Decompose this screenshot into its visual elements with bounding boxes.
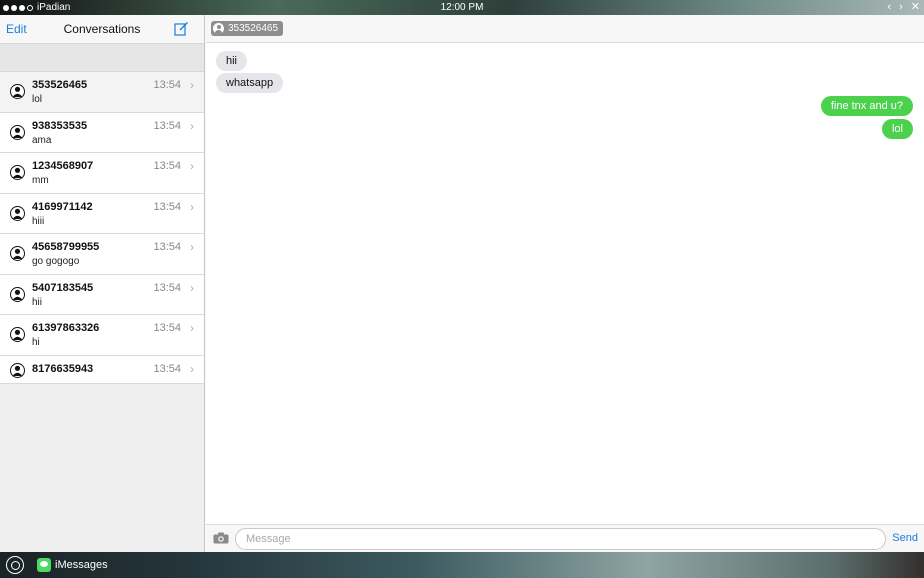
avatar-icon (10, 165, 25, 180)
conversation-preview: mm (32, 175, 49, 186)
conversation-time: 13:54 (153, 79, 181, 91)
avatar-icon (10, 124, 25, 140)
message-bubble-outgoing: fine tnx and u? (820, 96, 913, 116)
conversation-name: 938353535 (32, 119, 88, 132)
send-button[interactable]: Send (892, 532, 918, 544)
chevron-right-icon: › (190, 240, 194, 254)
compose-icon[interactable] (174, 21, 189, 36)
avatar-icon (10, 362, 25, 378)
conversation-item[interactable]: 4169971142 hiii 13:54 › (0, 194, 204, 234)
conversation-preview: ama (32, 134, 52, 146)
messages-app-icon[interactable] (37, 558, 51, 572)
window-controls: ‹ › ✕ (887, 0, 920, 15)
chevron-right-icon: › (190, 280, 194, 295)
conversation-item[interactable]: 61397863326 hi 13:54 › (0, 315, 204, 356)
chevron-right-icon: › (190, 199, 194, 214)
conversation-name: 45658799955 (32, 241, 100, 253)
message-input[interactable] (235, 528, 886, 550)
conversation-item[interactable]: 5407183545 hii 13:54 › (0, 275, 204, 315)
conversation-name: 8176635943 (32, 362, 94, 375)
conversation-name: 5407183545 (32, 281, 94, 294)
chevron-right-icon: › (190, 78, 194, 92)
conversation-preview: hi (32, 337, 40, 348)
conversations-pane: Edit Conversations 353526465 lol 13:54 ›… (0, 15, 205, 552)
conversation-name: 353526465 (32, 79, 88, 91)
conversation-item[interactable]: 8176635943 13:54 › (0, 356, 204, 384)
avatar-icon (10, 246, 25, 261)
camera-icon[interactable] (213, 532, 229, 544)
home-icon[interactable] (6, 556, 24, 574)
back-arrow-icon[interactable]: ‹ (887, 0, 891, 15)
message-thread: hii whatsapp fine tnx and u? lol (206, 43, 924, 523)
chat-header: 353526465 (206, 15, 924, 43)
message-bubble-outgoing: lol (881, 119, 913, 139)
conversation-name: 61397863326 (32, 322, 100, 334)
chevron-right-icon: › (190, 159, 194, 173)
contact-icon (213, 23, 224, 34)
recipient-name: 353526465 (228, 23, 279, 34)
avatar-icon (10, 286, 25, 302)
chevron-right-icon: › (190, 118, 194, 133)
chevron-right-icon: › (190, 321, 194, 335)
conversation-item[interactable]: 353526465 lol 13:54 › (0, 72, 204, 113)
conversation-time: 13:54 (153, 241, 181, 253)
chevron-right-icon: › (190, 361, 194, 376)
search-area[interactable] (0, 43, 204, 72)
conversation-preview: go gogogo (32, 256, 80, 267)
status-bar: iPadian 12:00 PM ‹ › ✕ (0, 0, 924, 15)
close-icon[interactable]: ✕ (911, 0, 920, 15)
forward-arrow-icon[interactable]: › (899, 0, 903, 15)
chat-pane: 353526465 hii whatsapp fine tnx and u? l… (206, 15, 924, 552)
message-composer: Send (206, 524, 924, 552)
conversation-preview: lol (32, 94, 43, 105)
conversation-time: 13:54 (153, 281, 181, 294)
message-bubble-incoming: whatsapp (216, 73, 284, 93)
conversation-time: 13:54 (153, 119, 181, 132)
conversation-name: 4169971142 (32, 200, 93, 213)
avatar-icon (10, 205, 25, 221)
taskbar: iMessages (0, 552, 924, 578)
status-time: 12:00 PM (440, 2, 484, 13)
avatar-icon (10, 84, 25, 99)
conversation-time: 13:54 (153, 200, 181, 213)
conversation-item[interactable]: 45658799955 go gogogo 13:54 › (0, 234, 204, 275)
conversation-item[interactable]: 1234568907 mm 13:54 › (0, 153, 204, 194)
conversation-list: 353526465 lol 13:54 › 938353535 ama 13:5… (0, 72, 204, 384)
conversation-preview: hii (32, 296, 43, 308)
conversation-name: 1234568907 (32, 160, 94, 172)
conversation-time: 13:54 (153, 322, 181, 334)
taskbar-app-label[interactable]: iMessages (55, 559, 108, 571)
conversation-preview: hiii (32, 215, 45, 227)
conversation-item[interactable]: 938353535 ama 13:54 › (0, 113, 204, 153)
message-bubble-incoming: hii (216, 51, 248, 71)
conversation-time: 13:54 (153, 362, 181, 375)
avatar-icon (10, 327, 25, 342)
recipient-chip[interactable]: 353526465 (211, 21, 284, 36)
conversation-time: 13:54 (153, 160, 181, 172)
conversations-header: Edit Conversations (0, 15, 204, 43)
